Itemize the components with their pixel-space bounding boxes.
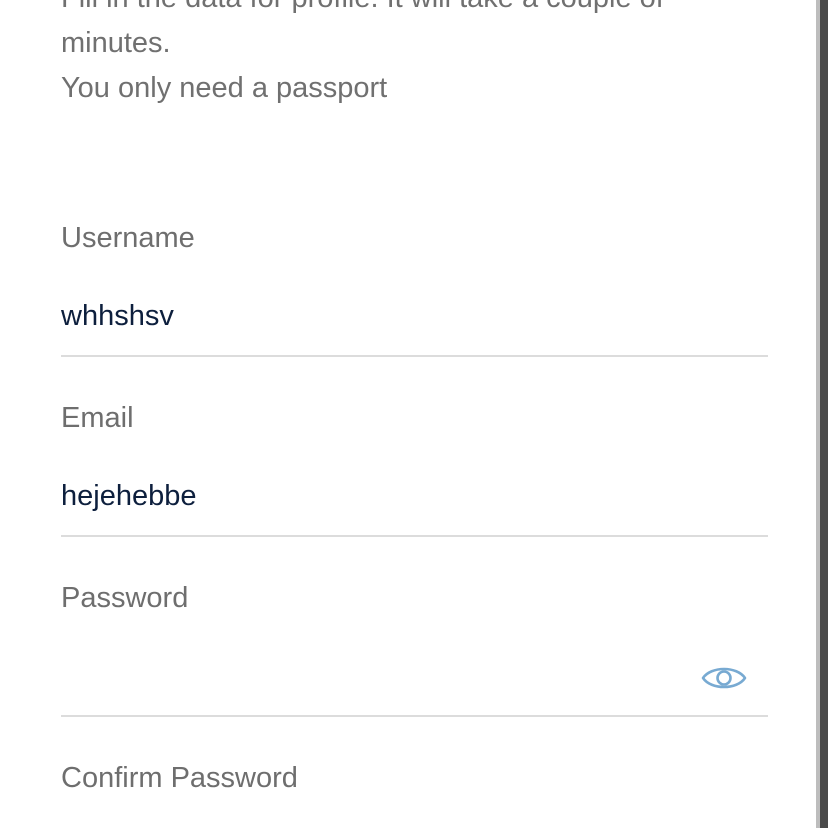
- email-input[interactable]: hejehebbe: [61, 479, 196, 513]
- confirm-password-label: Confirm Password: [61, 762, 298, 794]
- screen-edge-highlight: [816, 0, 820, 828]
- intro-text: Fill in the data for profile. It will ta…: [61, 0, 781, 111]
- username-input[interactable]: whhshsv: [61, 299, 174, 333]
- intro-line-2: minutes.: [61, 27, 171, 59]
- intro-line-3: You only need a passport: [61, 72, 388, 104]
- email-underline: [61, 535, 768, 537]
- email-label: Email: [61, 402, 134, 434]
- screen-edge: [816, 0, 828, 828]
- eye-icon-graphic: [701, 667, 747, 689]
- eye-icon[interactable]: [701, 661, 747, 695]
- confirm-password-field[interactable]: Confirm Password: [61, 761, 768, 828]
- password-field[interactable]: Password: [61, 581, 768, 721]
- intro-line-1: Fill in the data for profile. It will ta…: [61, 0, 781, 21]
- password-label: Password: [61, 582, 189, 614]
- username-label: Username: [61, 222, 195, 254]
- email-field[interactable]: Email hejehebbe: [61, 401, 768, 541]
- registration-screen: Fill in the data for profile. It will ta…: [0, 0, 816, 828]
- username-underline: [61, 355, 768, 357]
- password-underline: [61, 715, 768, 717]
- username-field[interactable]: Username whhshsv: [61, 221, 768, 361]
